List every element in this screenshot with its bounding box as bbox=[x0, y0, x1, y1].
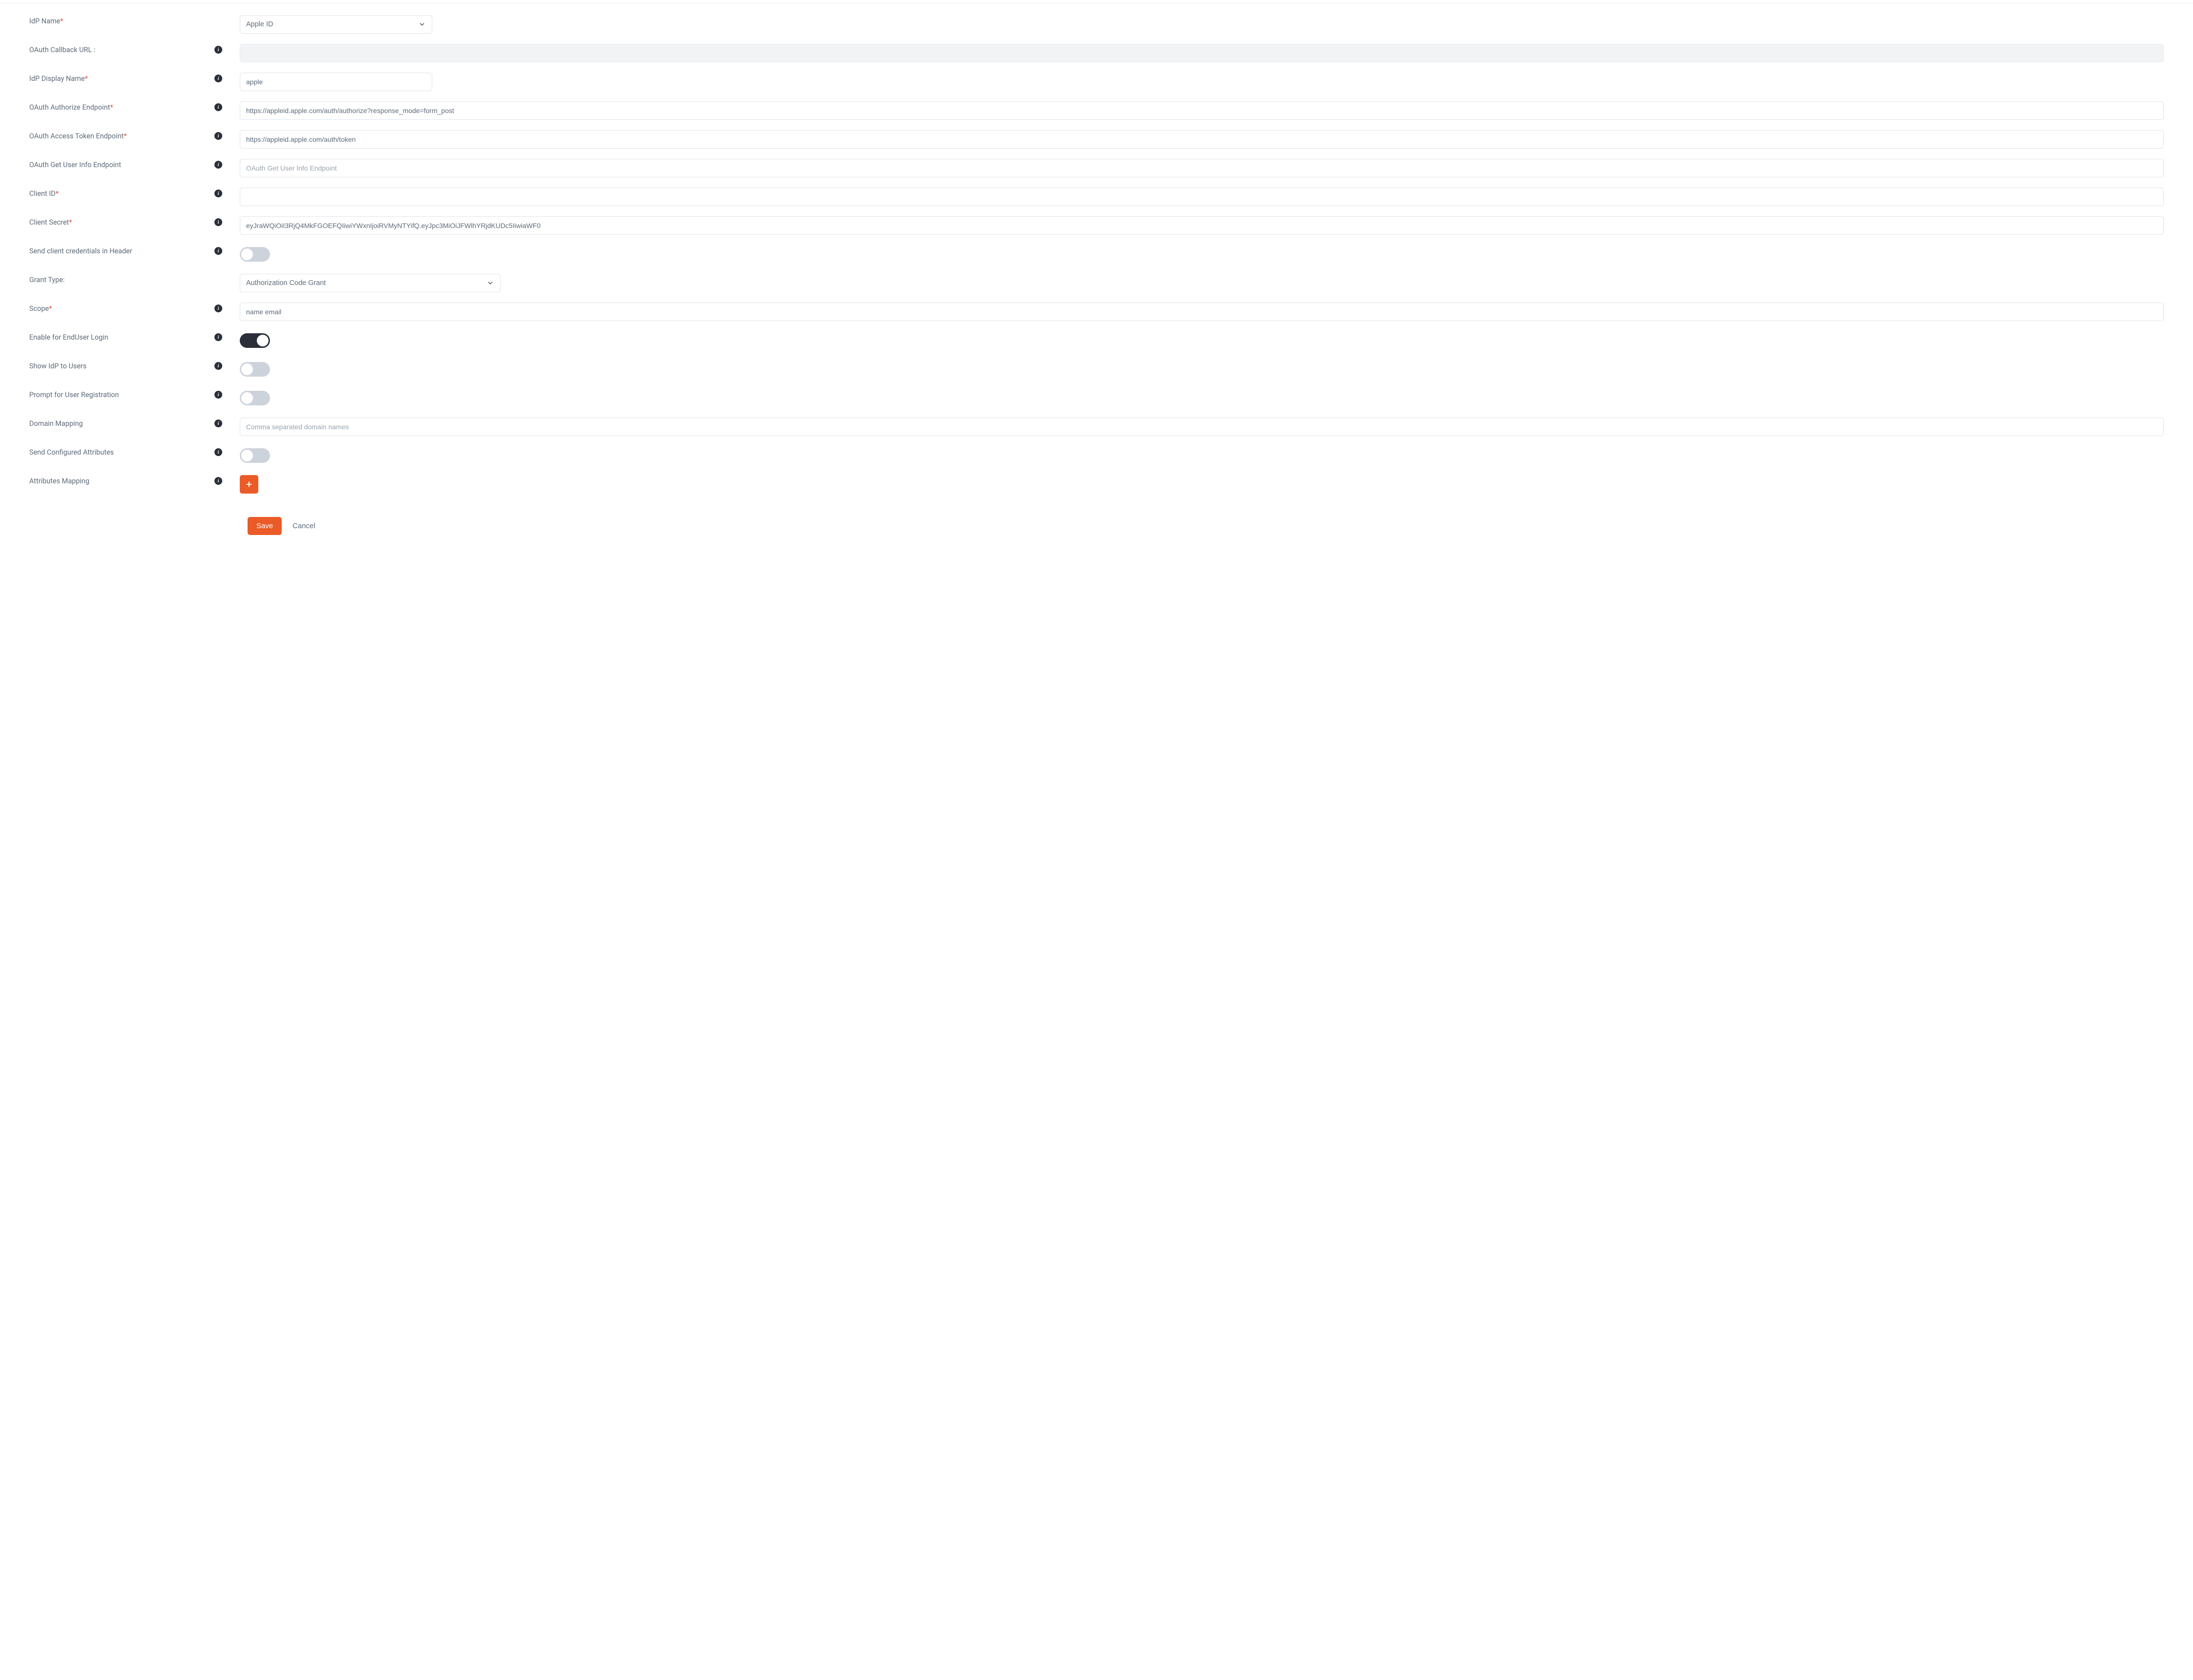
row-userinfo-ep: OAuth Get User Info Endpoint i bbox=[29, 159, 2164, 177]
info-icon[interactable]: i bbox=[214, 333, 222, 341]
info-icon[interactable]: i bbox=[214, 218, 222, 226]
row-domain-mapping: Domain Mapping i bbox=[29, 418, 2164, 436]
info-icon[interactable]: i bbox=[214, 75, 222, 82]
label-show-idp: Show IdP to Users bbox=[29, 360, 214, 370]
idp-name-select[interactable]: Apple ID bbox=[240, 15, 432, 34]
label-enable-enduser: Enable for EndUser Login bbox=[29, 331, 214, 342]
grant-type-select[interactable]: Authorization Code Grant bbox=[240, 274, 500, 292]
domain-mapping-input[interactable] bbox=[240, 418, 2164, 436]
required-marker: * bbox=[110, 103, 113, 112]
save-button[interactable]: Save bbox=[248, 517, 282, 535]
info-icon[interactable]: i bbox=[214, 362, 222, 370]
info-icon[interactable]: i bbox=[214, 103, 222, 111]
info-icon[interactable]: i bbox=[214, 477, 222, 485]
info-icon[interactable]: i bbox=[214, 305, 222, 312]
callback-url-input bbox=[240, 44, 2164, 62]
label-client-id: Client ID* bbox=[29, 188, 214, 198]
send-attrs-toggle[interactable] bbox=[240, 448, 270, 463]
required-marker: * bbox=[56, 190, 58, 198]
row-client-secret: Client Secret* i bbox=[29, 216, 2164, 235]
label-token-ep: OAuth Access Token Endpoint* bbox=[29, 130, 214, 140]
row-prompt-reg: Prompt for User Registration i bbox=[29, 389, 2164, 407]
required-marker: * bbox=[85, 75, 88, 83]
idp-config-form: IdP Name* Apple ID OAuth Callback URL : … bbox=[0, 15, 2193, 554]
label-authorize-ep: OAuth Authorize Endpoint* bbox=[29, 101, 214, 112]
info-icon[interactable]: i bbox=[214, 391, 222, 399]
row-grant-type: Grant Type: Authorization Code Grant bbox=[29, 274, 2164, 292]
authorize-ep-input[interactable] bbox=[240, 101, 2164, 120]
info-icon[interactable]: i bbox=[214, 420, 222, 427]
row-display-name: IdP Display Name* i bbox=[29, 73, 2164, 91]
row-token-ep: OAuth Access Token Endpoint* i bbox=[29, 130, 2164, 149]
label-scope: Scope* bbox=[29, 303, 214, 313]
row-client-id: Client ID* i bbox=[29, 188, 2164, 206]
display-name-input[interactable] bbox=[240, 73, 432, 91]
info-icon[interactable]: i bbox=[214, 132, 222, 140]
label-callback-url: OAuth Callback URL : bbox=[29, 44, 214, 54]
show-idp-toggle[interactable] bbox=[240, 362, 270, 377]
label-userinfo-ep: OAuth Get User Info Endpoint bbox=[29, 159, 214, 169]
row-creds-header: Send client credentials in Header i bbox=[29, 245, 2164, 264]
row-enable-enduser: Enable for EndUser Login i bbox=[29, 331, 2164, 350]
row-callback-url: OAuth Callback URL : i bbox=[29, 44, 2164, 62]
token-ep-input[interactable] bbox=[240, 130, 2164, 149]
row-scope: Scope* i bbox=[29, 303, 2164, 321]
info-icon[interactable]: i bbox=[214, 46, 222, 54]
label-prompt-reg: Prompt for User Registration bbox=[29, 389, 214, 399]
row-send-attrs: Send Configured Attributes i bbox=[29, 446, 2164, 465]
label-send-attrs: Send Configured Attributes bbox=[29, 446, 214, 457]
row-idp-name: IdP Name* Apple ID bbox=[29, 15, 2164, 34]
enable-enduser-toggle[interactable] bbox=[240, 333, 270, 348]
creds-header-toggle[interactable] bbox=[240, 247, 270, 262]
add-attribute-button[interactable] bbox=[240, 475, 258, 494]
label-grant-type: Grant Type: bbox=[29, 274, 214, 284]
info-icon[interactable]: i bbox=[214, 161, 222, 169]
row-authorize-ep: OAuth Authorize Endpoint* i bbox=[29, 101, 2164, 120]
info-icon[interactable]: i bbox=[214, 247, 222, 255]
info-icon[interactable]: i bbox=[214, 448, 222, 456]
row-attrs-mapping: Attributes Mapping i bbox=[29, 475, 2164, 494]
client-secret-input[interactable] bbox=[240, 216, 2164, 235]
required-marker: * bbox=[49, 305, 52, 313]
prompt-reg-toggle[interactable] bbox=[240, 391, 270, 405]
label-client-secret: Client Secret* bbox=[29, 216, 214, 227]
label-attrs-mapping: Attributes Mapping bbox=[29, 475, 214, 485]
info-icon[interactable]: i bbox=[214, 190, 222, 197]
cancel-button[interactable]: Cancel bbox=[292, 522, 315, 530]
userinfo-ep-input[interactable] bbox=[240, 159, 2164, 177]
required-marker: * bbox=[69, 218, 72, 227]
required-marker: * bbox=[60, 17, 63, 25]
row-show-idp: Show IdP to Users i bbox=[29, 360, 2164, 379]
label-creds-header: Send client credentials in Header bbox=[29, 245, 214, 255]
label-domain-mapping: Domain Mapping bbox=[29, 418, 214, 428]
scope-input[interactable] bbox=[240, 303, 2164, 321]
client-id-input[interactable] bbox=[240, 188, 2164, 206]
label-idp-name: IdP Name* bbox=[29, 15, 214, 25]
form-actions: Save Cancel bbox=[248, 517, 2164, 535]
label-display-name: IdP Display Name* bbox=[29, 73, 214, 83]
required-marker: * bbox=[124, 132, 127, 140]
